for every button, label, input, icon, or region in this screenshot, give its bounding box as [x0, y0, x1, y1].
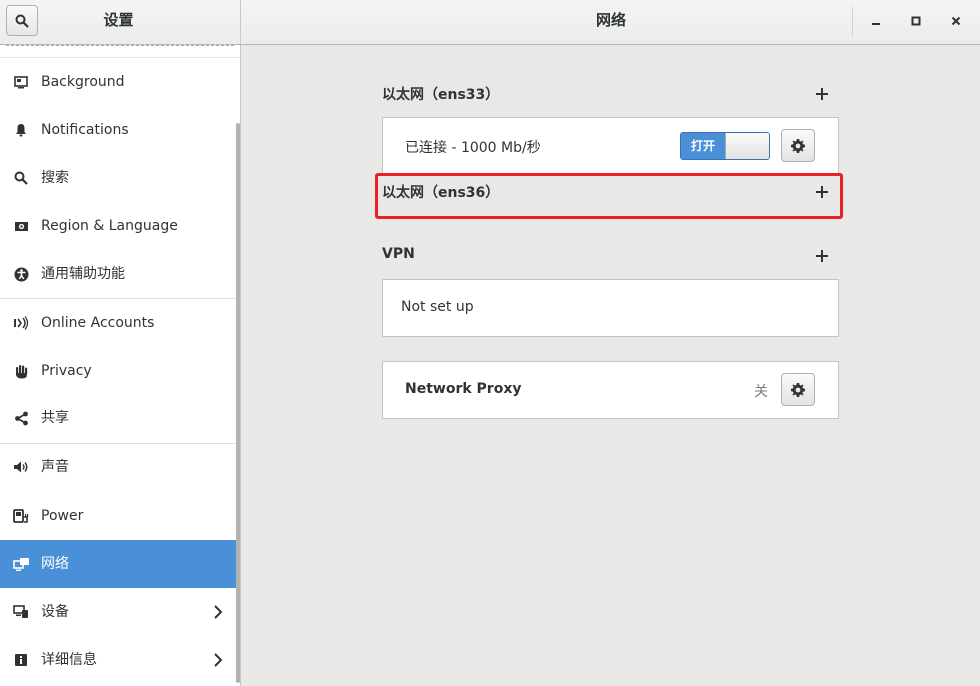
- vpn-status: Not set up: [401, 299, 474, 315]
- close-button[interactable]: [945, 10, 967, 32]
- sidebar-item-label: Online Accounts: [41, 315, 155, 331]
- sidebar-item-search[interactable]: 搜索: [0, 154, 240, 202]
- sidebar-item-label: Region & Language: [41, 218, 178, 234]
- gear-icon: [791, 138, 805, 153]
- sidebar-item-power[interactable]: Power: [0, 492, 240, 540]
- sidebar-item-label: 设备: [41, 604, 69, 620]
- maximize-icon: [911, 16, 921, 26]
- background-icon: [12, 73, 30, 91]
- sidebar-item-label: 详细信息: [41, 652, 97, 668]
- vpn-title: VPN: [382, 246, 415, 262]
- proxy-state: 关: [754, 384, 768, 400]
- region-icon: [12, 217, 30, 235]
- switch-knob: [725, 133, 769, 159]
- ethernet-ens33-switch[interactable]: 打开: [680, 132, 770, 160]
- ethernet-ens36-title: 以太网（ens36）: [382, 185, 500, 201]
- network-panel: 以太网（ens33） 已连接 - 1000 Mb/秒 打开 以太网（ens36）…: [242, 45, 980, 686]
- sidebar-item-label: 声音: [41, 459, 69, 475]
- ethernet-ens33-settings-button[interactable]: [781, 129, 815, 162]
- hand-icon: [12, 362, 30, 380]
- network-proxy-label: Network Proxy: [405, 381, 522, 397]
- gear-icon: [791, 382, 805, 397]
- bell-icon: [12, 121, 30, 139]
- network-icon: [12, 555, 30, 573]
- sidebar-item-network[interactable]: 网络: [0, 540, 240, 588]
- minimize-icon: [872, 23, 880, 25]
- sidebar-item-label: 通用辅助功能: [41, 266, 125, 282]
- sidebar-item-label: 搜索: [41, 170, 69, 186]
- sidebar-item-accessibility[interactable]: 通用辅助功能: [0, 250, 240, 298]
- online-accounts-icon: [12, 314, 30, 332]
- info-icon: [12, 651, 30, 669]
- sidebar-item-label: 网络: [41, 556, 69, 572]
- sidebar-item-devices[interactable]: 设备: [0, 588, 240, 636]
- sidebar-item-label: Notifications: [41, 122, 129, 138]
- search-button[interactable]: [6, 5, 38, 36]
- minimize-button[interactable]: [865, 10, 887, 32]
- sidebar-item-sharing[interactable]: 共享: [0, 394, 240, 442]
- add-ethernet-ens36-icon[interactable]: [815, 185, 829, 199]
- ethernet-ens33-title: 以太网（ens33）: [382, 87, 500, 103]
- maximize-button[interactable]: [905, 10, 927, 32]
- vpn-card: Not set up: [382, 279, 839, 337]
- header-separator: [852, 7, 853, 37]
- sidebar-item-label: Privacy: [41, 363, 92, 379]
- switch-on-label: 打开: [681, 133, 725, 159]
- sidebar: Background Notifications 搜索 Region & Lan…: [0, 45, 241, 686]
- sidebar-item-label: Background: [41, 74, 125, 90]
- connection-status: 已连接 - 1000 Mb/秒: [405, 140, 541, 156]
- power-icon: [12, 507, 30, 525]
- sidebar-item-details[interactable]: 详细信息: [0, 636, 240, 684]
- sidebar-item-label: 共享: [41, 410, 69, 426]
- sidebar-item-sound[interactable]: 声音: [0, 443, 240, 491]
- sidebar-item-region-language[interactable]: Region & Language: [0, 202, 240, 250]
- network-proxy-settings-button[interactable]: [781, 373, 815, 406]
- sidebar-item-online-accounts[interactable]: Online Accounts: [0, 299, 240, 347]
- close-icon: [951, 16, 961, 26]
- sidebar-item-label: Power: [41, 508, 84, 524]
- share-icon: [12, 409, 30, 427]
- header-bar: 设置 网络: [0, 0, 980, 45]
- accessibility-icon: [12, 265, 30, 283]
- ethernet-ens33-card: 已连接 - 1000 Mb/秒 打开: [382, 117, 839, 175]
- drop-indicator: [6, 45, 234, 47]
- sidebar-header: 设置: [0, 0, 241, 44]
- chevron-right-icon: [212, 652, 224, 668]
- add-ethernet-ens33-icon[interactable]: [815, 87, 829, 101]
- add-vpn-icon[interactable]: [815, 249, 829, 263]
- sidebar-scrollbar[interactable]: [236, 123, 240, 683]
- network-proxy-row[interactable]: Network Proxy 关: [382, 361, 839, 419]
- speaker-icon: [12, 458, 30, 476]
- devices-icon: [12, 603, 30, 621]
- search-icon: [12, 169, 30, 187]
- sidebar-item-privacy[interactable]: Privacy: [0, 347, 240, 395]
- sidebar-item-background[interactable]: Background: [0, 58, 240, 106]
- chevron-right-icon: [212, 604, 224, 620]
- sidebar-item-notifications[interactable]: Notifications: [0, 106, 240, 154]
- search-icon: [15, 14, 29, 28]
